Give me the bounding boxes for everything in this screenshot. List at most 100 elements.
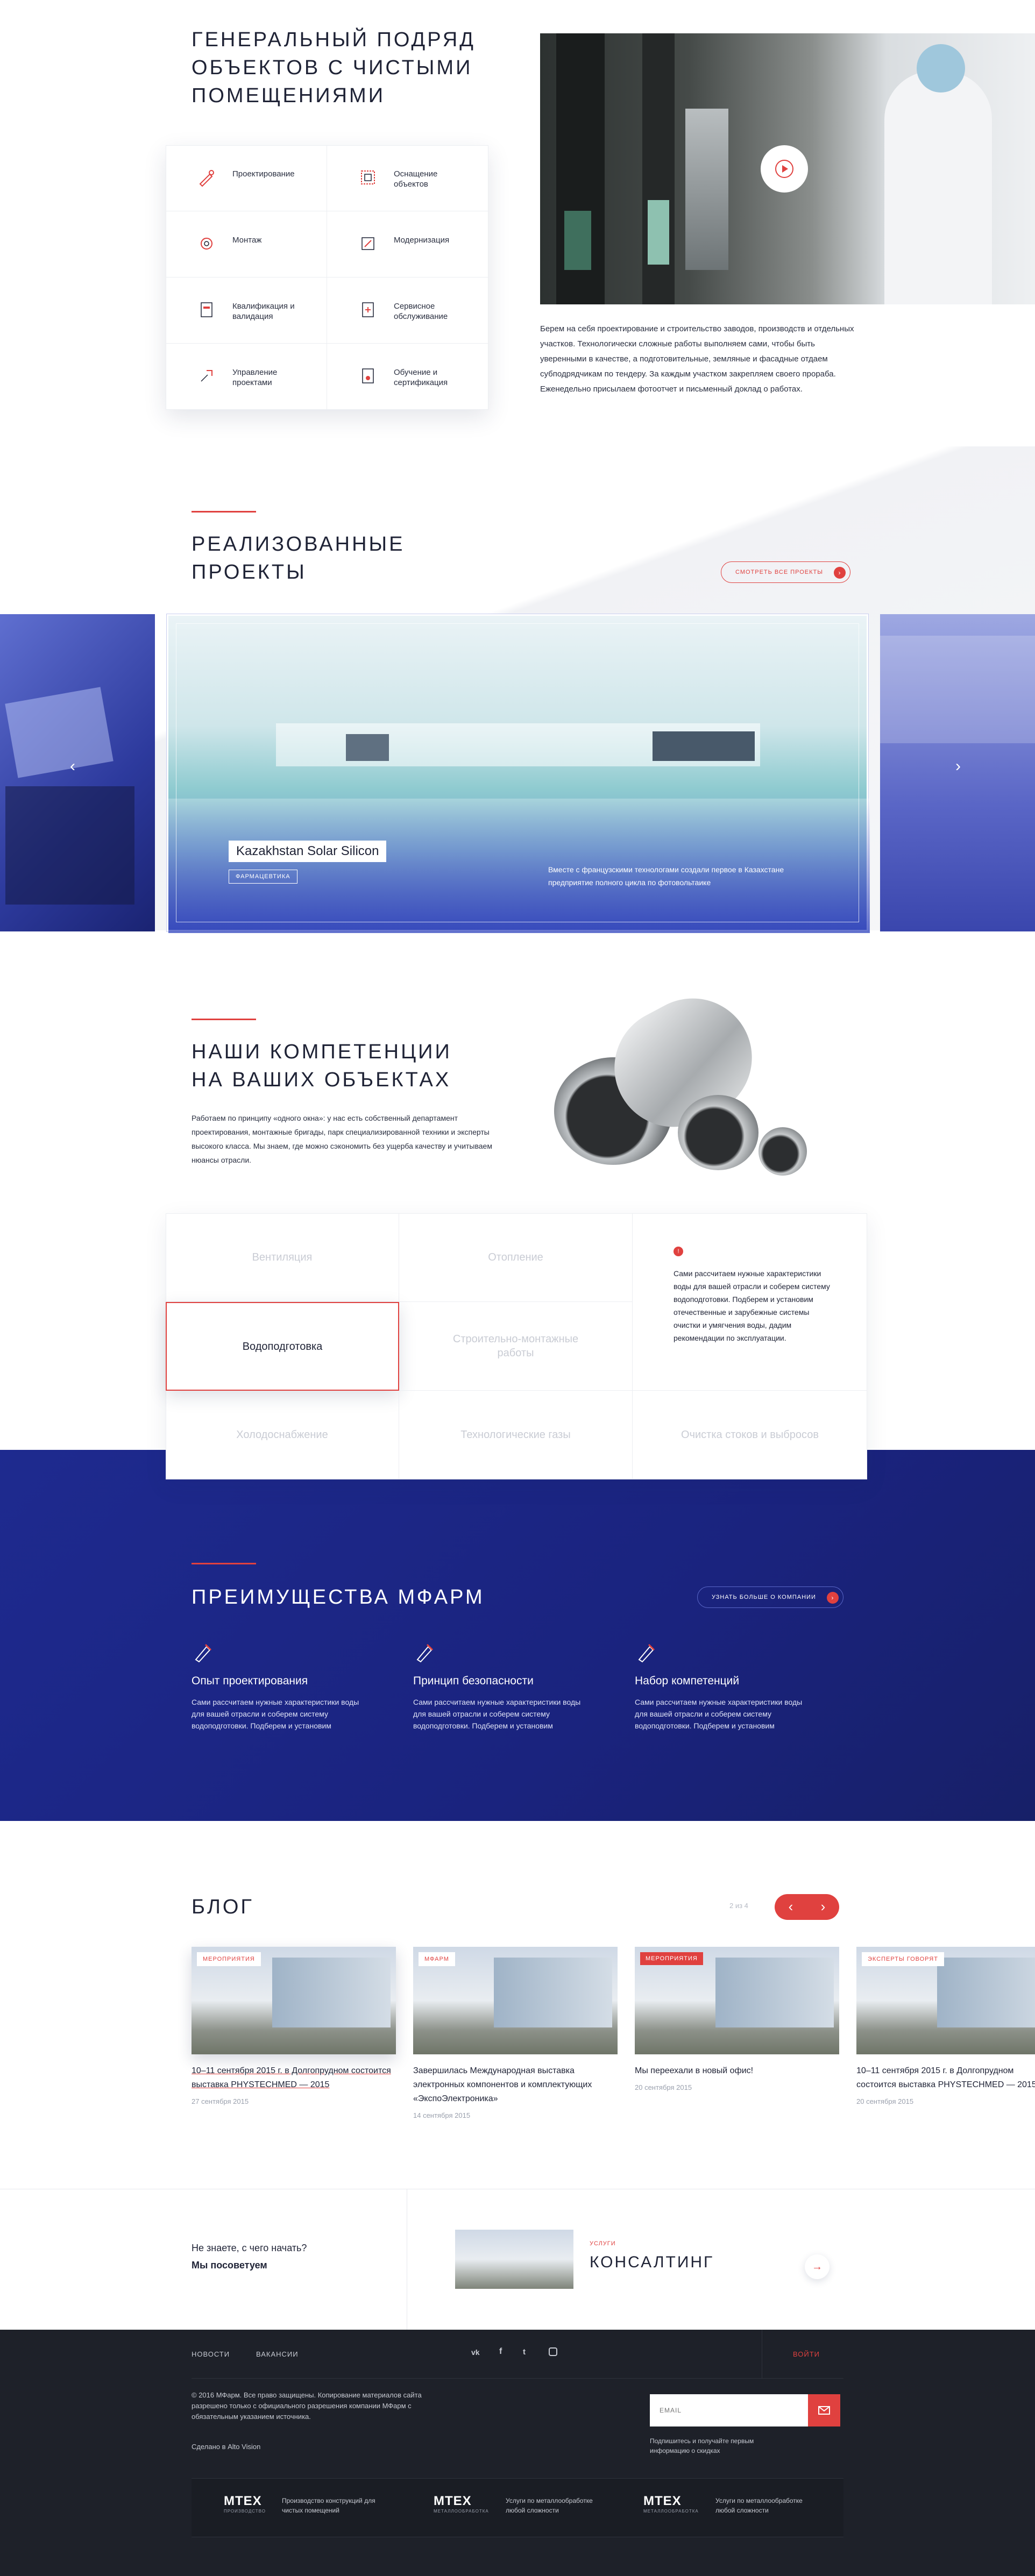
instagram-icon[interactable] (549, 2347, 557, 2356)
chevron-left-icon[interactable]: ‹ (70, 757, 75, 775)
login-link[interactable]: ВОЙТИ (793, 2350, 820, 2358)
subscribe-button[interactable] (808, 2394, 840, 2426)
blog-pager-buttons: ‹ › (775, 1894, 839, 1920)
service-equipment[interactable]: Оснащение объектов (327, 145, 488, 211)
blog-card[interactable]: МЕРОПРИЯТИЯ Мы переехали в новый офис! 2… (635, 1947, 839, 2091)
blog-title-text[interactable]: Завершилась Международная выставка элект… (413, 2064, 618, 2106)
competence-ventilation[interactable]: Вентиляция (166, 1213, 399, 1302)
brand-item[interactable]: MTEX МЕТАЛЛООБРАБОТКА Услуги по металлоо… (643, 2494, 821, 2514)
competence-title: НАШИ КОМПЕТЕНЦИИ НА ВАШИХ ОБЪЕКТАХ (192, 1041, 452, 1091)
play-icon (775, 160, 793, 178)
consult-title[interactable]: КОНСАЛТИНГ (590, 2253, 714, 2272)
service-icon (362, 302, 374, 317)
subscribe-form (650, 2394, 840, 2426)
blog-date: 14 сентября 2015 (413, 2111, 471, 2119)
consult-arrow-button[interactable]: → (805, 2254, 830, 2279)
competence-info: ! Сами рассчитаем нужные характеристики … (633, 1213, 867, 1391)
footer-nav-news[interactable]: НОВОСТИ (192, 2350, 230, 2358)
footer-nav-jobs[interactable]: ВАКАНСИИ (256, 2350, 299, 2358)
accent-line (192, 1563, 256, 1564)
email-input[interactable] (650, 2394, 808, 2426)
service-label: Проектирование (232, 169, 295, 179)
service-training[interactable]: Обучение и сертификация (327, 344, 488, 410)
service-label: Модернизация (394, 236, 450, 245)
competence-gases[interactable]: Технологические газы (399, 1391, 633, 1479)
arrow-right-icon: › (826, 1592, 839, 1604)
accent-line (192, 1019, 256, 1020)
blog-date: 20 сентября 2015 (635, 2083, 692, 2091)
competence-water[interactable]: Водоподготовка (166, 1302, 399, 1391)
twitter-icon[interactable]: t (523, 2347, 526, 2357)
blog-image: МЕРОПРИЯТИЯ (192, 1947, 396, 2054)
chevron-left-icon[interactable]: ‹ (775, 1894, 807, 1920)
service-label: Обучение и сертификация (394, 368, 448, 387)
brand-item[interactable]: MTEX МЕТАЛЛООБРАБОТКА Услуги по металлоо… (434, 2494, 611, 2514)
certificate-icon (362, 368, 374, 383)
made-by[interactable]: Сделано в Alto Vision (192, 2443, 260, 2451)
blog-date: 20 сентября 2015 (856, 2097, 914, 2105)
footer: НОВОСТИ ВАКАНСИИ vk f t ВОЙТИ © 2016 МФа… (0, 2330, 1035, 2576)
competence-wastewater[interactable]: Очистка стоков и выбросов (633, 1391, 867, 1479)
blog-title: БЛОГ (192, 1896, 254, 1918)
service-management[interactable]: Управление проектами (166, 344, 327, 410)
service-design[interactable]: Проектирование (166, 145, 327, 211)
blog-title-text[interactable]: Мы переехали в новый офис! (635, 2064, 839, 2078)
service-validation[interactable]: Квалификация и валидация (166, 277, 327, 344)
equipment-icon (361, 170, 375, 184)
service-maintenance[interactable]: Сервисное обслуживание (327, 277, 488, 344)
hero-description: Берем на себя проектирование и строитель… (540, 324, 854, 394)
competence-construction[interactable]: Строительно-монтажные работы (399, 1302, 633, 1391)
modernization-icon (361, 237, 374, 250)
brand-item[interactable]: MTEX ПРОИЗВОДСТВО Производство конструкц… (224, 2494, 401, 2514)
view-all-projects-button[interactable]: СМОТРЕТЬ ВСЕ ПРОЕКТЫ › (721, 561, 850, 583)
pen-icon (416, 1643, 434, 1663)
accent-line (192, 511, 256, 513)
blog-card[interactable]: ЭКСПЕРТЫ ГОВОРЯТ 10–11 сентября 2015 г. … (856, 1947, 1035, 2105)
copyright: © 2016 МФарм. Все право защищены. Копиро… (192, 2391, 422, 2421)
consult-answer: Мы посоветуем (192, 2260, 267, 2271)
info-text: Сами рассчитаем нужные характеристики во… (674, 1269, 830, 1342)
service-label: Сервисное обслуживание (394, 302, 448, 321)
competence-heating[interactable]: Отопление (399, 1213, 633, 1302)
service-label: Управление проектами (232, 368, 278, 387)
advantage-item: Набор компетенций Сами рассчитаем нужные… (635, 1640, 807, 1732)
consult-card[interactable] (455, 2230, 573, 2289)
blog-title-text[interactable]: 10–11 сентября 2015 г. в Долгопрудном со… (856, 2064, 1035, 2092)
blog-card[interactable]: МФАРМ Завершилась Международная выставка… (413, 1947, 618, 2119)
blog-image: ЭКСПЕРТЫ ГОВОРЯТ (856, 1947, 1035, 2054)
info-badge: ! (674, 1247, 683, 1256)
pen-icon (195, 1643, 212, 1663)
service-installation[interactable]: Монтаж (166, 211, 327, 277)
mail-icon (818, 2406, 830, 2415)
advantage-item: Опыт проектирования Сами рассчитаем нужн… (192, 1640, 364, 1732)
project-text: Вместе с французскими технологами создал… (548, 865, 784, 887)
chevron-right-icon[interactable]: › (807, 1894, 839, 1920)
advantages-title: ПРЕИМУЩЕСТВА МФАРМ (192, 1586, 485, 1609)
slide-prev[interactable]: ‹ (0, 614, 155, 931)
play-button[interactable] (761, 145, 808, 193)
facebook-icon[interactable]: f (499, 2347, 502, 2357)
blog-card[interactable]: МЕРОПРИЯТИЯ 10–11 сентября 2015 г. в Дол… (192, 1947, 396, 2105)
document-icon (201, 302, 212, 317)
pipes-image (549, 977, 882, 1192)
service-modernization[interactable]: Модернизация (327, 211, 488, 277)
blog-image: МФАРМ (413, 1947, 618, 2054)
service-label: Квалификация и валидация (232, 302, 295, 321)
competence-cooling[interactable]: Холодоснабжение (166, 1391, 399, 1479)
hero-title: ГЕНЕРАЛЬНЫЙ ПОДРЯД ОБЪЕКТОВ С ЧИСТЫМИ ПО… (192, 29, 476, 107)
competence-text: Работаем по принципу «одного окна»: у на… (192, 1114, 492, 1164)
blog-pager: 2 из 4 (729, 1902, 748, 1910)
blog-title-text[interactable]: 10–11 сентября 2015 г. в Долгопрудном со… (192, 2064, 396, 2092)
about-company-button[interactable]: УЗНАТЬ БОЛЬШЕ О КОМПАНИИ › (697, 1586, 843, 1608)
service-label: Монтаж (232, 236, 262, 245)
consult-label: УСЛУГИ (590, 2240, 616, 2247)
hero-video[interactable] (540, 33, 1035, 304)
gear-icon (201, 238, 212, 250)
subscribe-note: Подпишитесь и получайте первым информаци… (650, 2437, 754, 2454)
slide-next[interactable]: › (880, 614, 1035, 931)
project-name: Kazakhstan Solar Silicon (229, 841, 387, 862)
chevron-right-icon[interactable]: › (955, 757, 961, 775)
arrow-right-icon: → (812, 2260, 823, 2273)
vk-icon[interactable]: vk (471, 2348, 480, 2357)
project-slide[interactable]: Kazakhstan Solar Silicon ФАРМАЦЕВТИКА Вм… (167, 614, 870, 933)
